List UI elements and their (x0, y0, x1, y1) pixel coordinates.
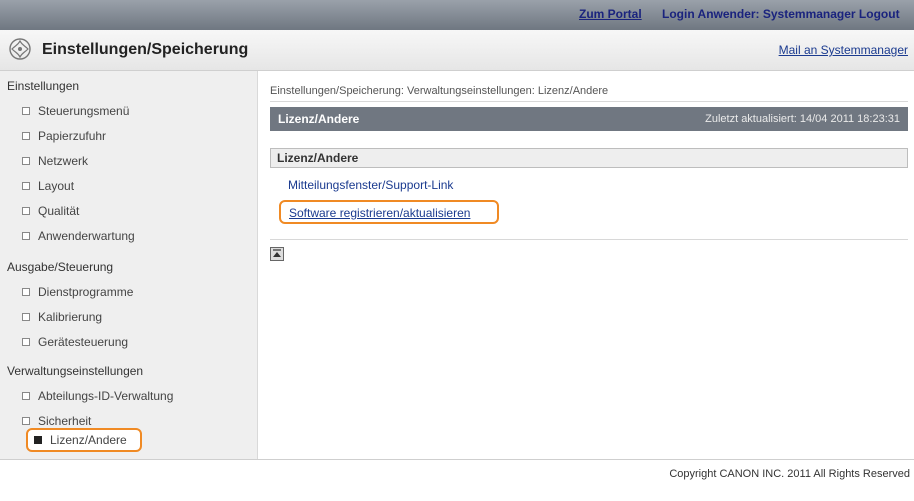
subsection-header: Lizenz/Andere (270, 148, 908, 168)
sidebar-item-label: Papierzufuhr (38, 129, 107, 143)
copyright-text: Copyright CANON INC. 2011 All Rights Res… (669, 468, 910, 480)
mitteilungsfenster-link[interactable]: Mitteilungsfenster/Support-Link (288, 178, 453, 192)
sidebar-item-geraetesteuerung[interactable]: Gerätesteuerung (22, 335, 128, 349)
back-to-top-icon[interactable] (270, 247, 284, 261)
last-updated-text: Zuletzt aktualisiert: 14/04 2011 18:23:3… (705, 113, 900, 125)
bullet-icon (22, 107, 30, 115)
bullet-icon (34, 436, 42, 444)
sidebar-section-verwaltung: Verwaltungseinstellungen (7, 364, 144, 378)
software-registrieren-link[interactable]: Software registrieren/aktualisieren (289, 206, 470, 220)
sidebar-item-label: Abteilungs-ID-Verwaltung (38, 389, 174, 403)
sidebar-item-label: Steuerungsmenü (38, 104, 130, 118)
bullet-icon (22, 157, 30, 165)
section-title: Lizenz/Andere (278, 112, 360, 126)
page-title: Einstellungen/Speicherung (42, 41, 249, 58)
divider (270, 101, 908, 102)
header: Einstellungen/Speicherung Mail an System… (0, 30, 914, 71)
bullet-icon (22, 338, 30, 346)
sidebar-item-abteilungs-id[interactable]: Abteilungs-ID-Verwaltung (22, 389, 173, 403)
sidebar-item-sicherheit[interactable]: Sicherheit (22, 414, 91, 428)
settings-flower-icon (9, 38, 31, 60)
sidebar-section-einstellungen: Einstellungen (7, 79, 80, 93)
sidebar-item-anwenderwartung[interactable]: Anwenderwartung (22, 229, 135, 243)
sidebar-item-label: Netzwerk (38, 154, 89, 168)
sidebar-section-ausgabe: Ausgabe/Steuerung (7, 260, 114, 274)
sidebar-item-label: Dienstprogramme (38, 285, 134, 299)
sidebar-item-qualitaet[interactable]: Qualität (22, 204, 79, 218)
sidebar-item-label: Kalibrierung (38, 310, 103, 324)
mail-systemmanager-link[interactable]: Mail an Systemmanager (779, 43, 908, 57)
sidebar-item-label: Layout (38, 179, 75, 193)
sidebar-item-label: Qualität (38, 204, 80, 218)
sidebar: Einstellungen Steuerungsmenü Papierzufuh… (0, 71, 258, 459)
sidebar-item-lizenz-andere[interactable]: Lizenz/Andere (26, 428, 142, 452)
sidebar-item-layout[interactable]: Layout (22, 179, 74, 193)
sidebar-item-papierzufuhr[interactable]: Papierzufuhr (22, 129, 106, 143)
subsection-title: Lizenz/Andere (277, 151, 359, 165)
bullet-icon (22, 313, 30, 321)
section-title-bar: Lizenz/Andere Zuletzt aktualisiert: 14/0… (270, 107, 908, 131)
top-bar: Zum Portal Login Anwender: Systemmanager… (0, 0, 914, 30)
main-content: Einstellungen/Speicherung: Verwaltungsei… (258, 71, 914, 459)
bullet-icon (22, 288, 30, 296)
bullet-icon (22, 207, 30, 215)
sidebar-item-dienstprogramme[interactable]: Dienstprogramme (22, 285, 133, 299)
portal-link[interactable]: Zum Portal (579, 7, 642, 21)
bullet-icon (22, 392, 30, 400)
login-user-link[interactable]: Login Anwender: Systemmanager Logout (662, 7, 900, 21)
bullet-icon (22, 417, 30, 425)
bullet-icon (22, 182, 30, 190)
breadcrumb: Einstellungen/Speicherung: Verwaltungsei… (270, 85, 609, 97)
bullet-icon (22, 232, 30, 240)
sidebar-item-label: Gerätesteuerung (38, 335, 129, 349)
sidebar-item-label: Anwenderwartung (38, 229, 135, 243)
divider (270, 239, 908, 240)
sidebar-item-label: Lizenz/Andere (50, 433, 127, 447)
sidebar-item-label: Sicherheit (38, 414, 92, 428)
highlight-box: Software registrieren/aktualisieren (279, 200, 499, 224)
sidebar-item-kalibrierung[interactable]: Kalibrierung (22, 310, 102, 324)
sidebar-item-steuerungsmenue[interactable]: Steuerungsmenü (22, 104, 129, 118)
footer-divider (0, 459, 914, 460)
bullet-icon (22, 132, 30, 140)
sidebar-item-netzwerk[interactable]: Netzwerk (22, 154, 88, 168)
